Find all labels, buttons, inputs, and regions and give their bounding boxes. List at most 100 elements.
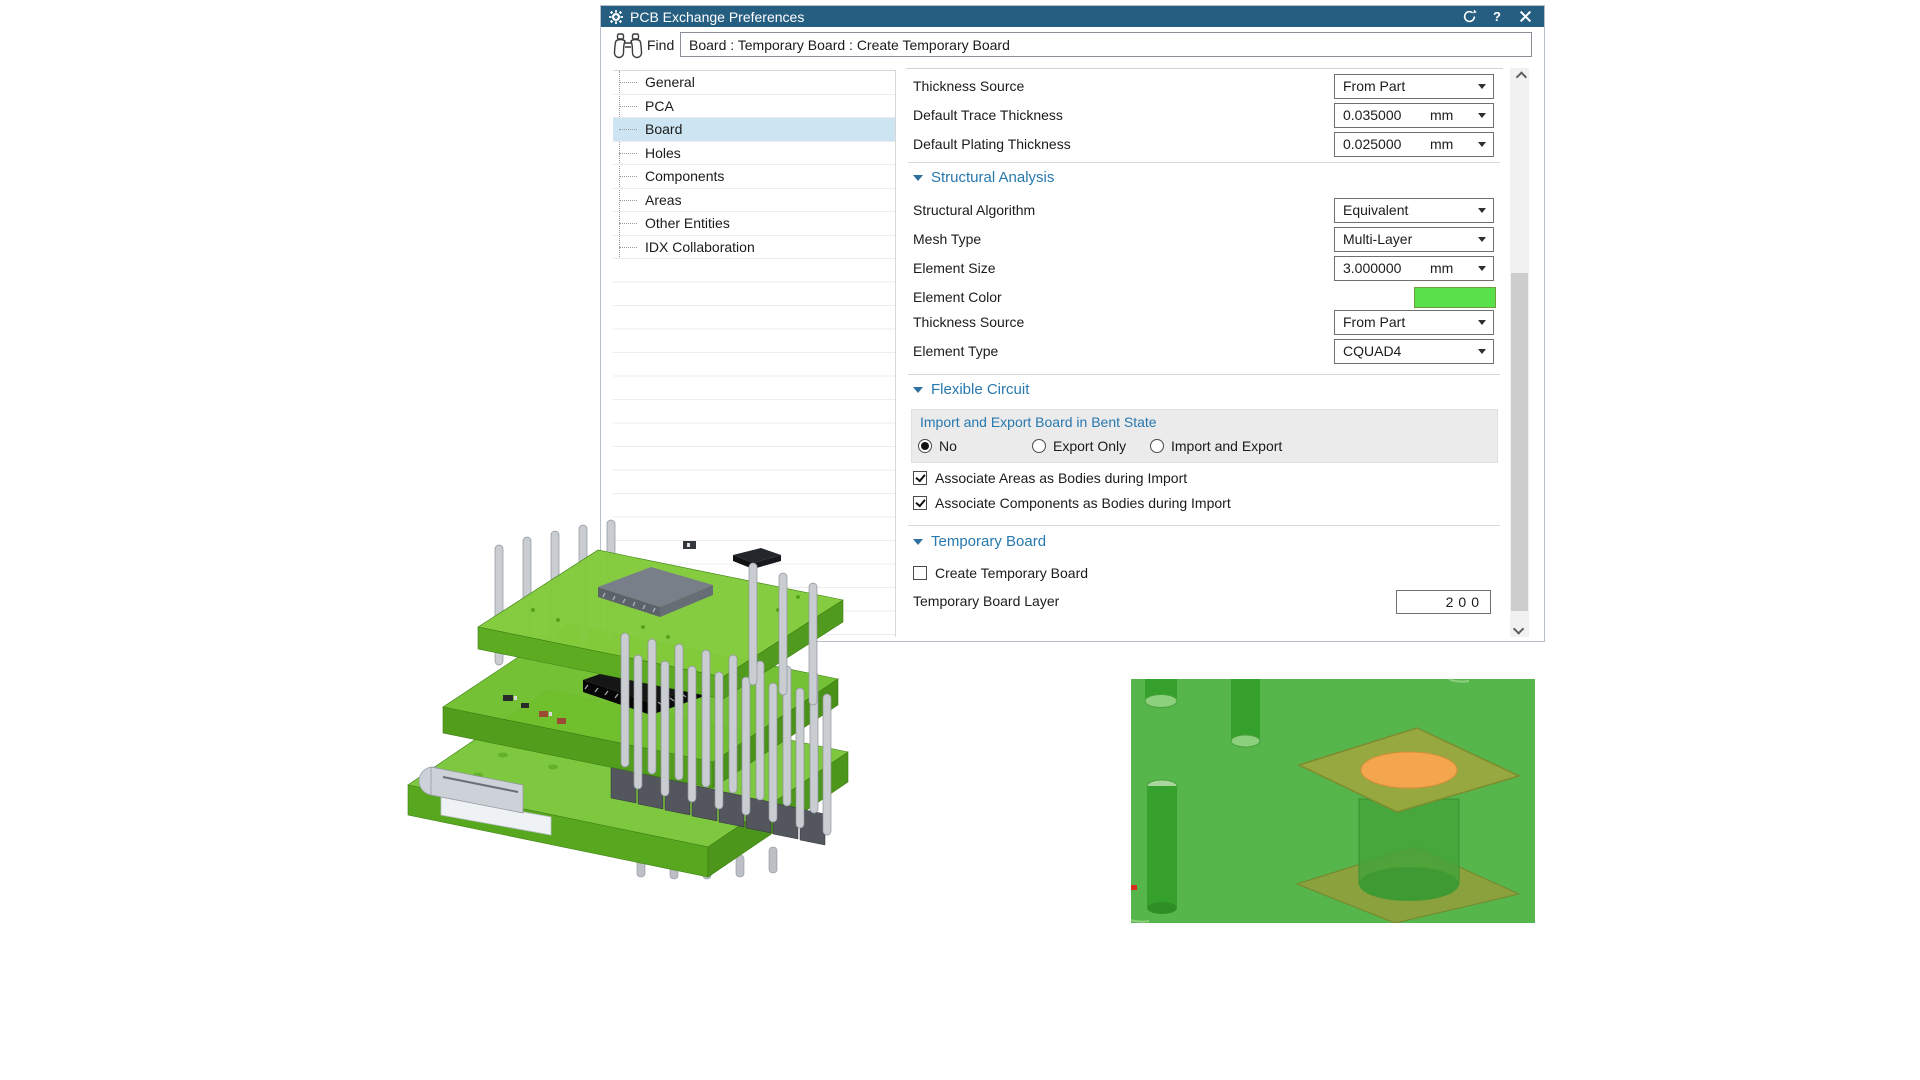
temporary-board-layer-label: Temporary Board Layer xyxy=(913,589,1059,614)
tree-item-components[interactable]: Components xyxy=(613,165,895,189)
unit-label: mm xyxy=(1430,133,1453,156)
section-flexible-circuit-header[interactable]: Flexible Circuit xyxy=(913,381,1029,399)
radio-icon xyxy=(1150,439,1164,453)
tree-item-label: Other Entities xyxy=(645,215,730,231)
tree-item-other-entities[interactable]: Other Entities xyxy=(613,212,895,236)
default-plating-thickness-label: Default Plating Thickness xyxy=(913,132,1071,157)
tree-item-label: Components xyxy=(645,168,724,184)
chevron-down-icon xyxy=(1478,266,1486,271)
chevron-down-icon xyxy=(1478,113,1486,118)
tree-branch-icon xyxy=(619,176,637,177)
default-plating-thickness-input[interactable]: 0.025000 mm xyxy=(1334,132,1494,157)
element-size-input[interactable]: 3.000000 mm xyxy=(1334,256,1494,281)
chevron-down-icon xyxy=(1478,208,1486,213)
field-value: 0.035000 xyxy=(1343,104,1401,127)
chevron-down-icon xyxy=(1478,84,1486,89)
tree-branch-icon xyxy=(619,247,637,248)
separator xyxy=(908,162,1500,163)
default-trace-thickness-label: Default Trace Thickness xyxy=(913,103,1063,128)
thickness-source-2-label: Thickness Source xyxy=(913,310,1024,335)
mesh-type-dropdown[interactable]: Multi-Layer xyxy=(1334,227,1494,252)
separator xyxy=(908,374,1500,375)
collapse-arrow-icon xyxy=(913,387,923,393)
tree-item-label: Areas xyxy=(645,192,682,208)
thickness-source-dropdown[interactable]: From Part xyxy=(1334,74,1494,99)
tree-item-idx-collaboration[interactable]: IDX Collaboration xyxy=(613,236,895,260)
reset-icon[interactable] xyxy=(1460,9,1478,25)
scroll-down-button[interactable] xyxy=(1510,620,1529,637)
board-settings-panel: Thickness Source From Part Default Trace… xyxy=(906,68,1503,637)
section-temporary-board-header[interactable]: Temporary Board xyxy=(913,533,1046,551)
checkbox-checked-icon xyxy=(913,496,927,510)
tree-item-label: Holes xyxy=(645,145,681,161)
dropdown-value: Equivalent xyxy=(1343,199,1408,222)
section-structural-analysis-header[interactable]: Structural Analysis xyxy=(913,169,1054,187)
tree-item-areas[interactable]: Areas xyxy=(613,189,895,213)
thickness-source-2-dropdown[interactable]: From Part xyxy=(1334,310,1494,335)
chevron-down-icon xyxy=(1512,623,1523,634)
radio-export-only[interactable]: Export Only xyxy=(1032,436,1126,456)
gear-icon xyxy=(609,10,623,24)
dialog-titlebar[interactable]: PCB Exchange Preferences ? xyxy=(601,6,1544,27)
checkbox-checked-icon xyxy=(913,471,927,485)
form-scrollbar[interactable] xyxy=(1510,68,1529,637)
tree-branch-icon xyxy=(619,153,637,154)
red-marker xyxy=(1131,885,1137,890)
small-top-chips xyxy=(683,541,781,569)
checkbox-associate-areas[interactable]: Associate Areas as Bodies during Import xyxy=(913,468,1187,488)
unit-label: mm xyxy=(1430,257,1453,280)
tree-item-label: PCA xyxy=(645,98,674,114)
tree-branch-icon xyxy=(619,106,637,107)
collapse-arrow-icon xyxy=(913,175,923,181)
thickness-source-label: Thickness Source xyxy=(913,74,1024,99)
default-trace-thickness-input[interactable]: 0.035000 mm xyxy=(1334,103,1494,128)
board-via-closeup xyxy=(1131,679,1535,923)
dropdown-value: From Part xyxy=(1343,311,1405,334)
element-type-label: Element Type xyxy=(913,339,998,364)
bent-state-group: Import and Export Board in Bent State No… xyxy=(911,409,1498,463)
help-icon[interactable]: ? xyxy=(1488,9,1506,25)
section-title: Flexible Circuit xyxy=(931,381,1029,398)
checkbox-label: Associate Areas as Bodies during Import xyxy=(935,470,1187,486)
scrollbar-thumb[interactable] xyxy=(1511,273,1528,611)
structural-algorithm-label: Structural Algorithm xyxy=(913,198,1035,223)
temporary-board-layer-input[interactable] xyxy=(1396,590,1491,614)
tree-item-pca[interactable]: PCA xyxy=(613,95,895,119)
tree-branch-icon xyxy=(619,223,637,224)
close-icon[interactable] xyxy=(1516,9,1534,25)
element-size-label: Element Size xyxy=(913,256,995,281)
element-color-swatch[interactable] xyxy=(1414,287,1496,308)
element-type-dropdown[interactable]: CQUAD4 xyxy=(1334,339,1494,364)
tree-item-holes[interactable]: Holes xyxy=(613,142,895,166)
dropdown-value: CQUAD4 xyxy=(1343,340,1401,363)
checkbox-associate-components[interactable]: Associate Components as Bodies during Im… xyxy=(913,493,1231,513)
pcb-3d-preview xyxy=(383,515,883,880)
tree-item-label: Board xyxy=(645,121,682,137)
structural-algorithm-dropdown[interactable]: Equivalent xyxy=(1334,198,1494,223)
mesh-type-label: Mesh Type xyxy=(913,227,981,252)
dialog-title: PCB Exchange Preferences xyxy=(630,9,1460,25)
chevron-down-icon xyxy=(1478,320,1486,325)
dropdown-value: Multi-Layer xyxy=(1343,228,1412,251)
radio-icon xyxy=(1032,439,1046,453)
tree-branch-icon xyxy=(619,200,637,201)
checkbox-label: Associate Components as Bodies during Im… xyxy=(935,495,1231,511)
radio-import-and-export[interactable]: Import and Export xyxy=(1150,436,1282,456)
radio-selected-icon xyxy=(918,439,932,453)
separator xyxy=(908,525,1500,526)
radio-label: No xyxy=(939,438,957,454)
checkbox-create-temporary-board[interactable]: Create Temporary Board xyxy=(913,563,1088,583)
scroll-up-button[interactable] xyxy=(1510,68,1529,85)
radio-label: Export Only xyxy=(1053,438,1126,454)
tree-item-label: General xyxy=(645,74,695,90)
field-value: 3.000000 xyxy=(1343,257,1401,280)
checkbox-unchecked-icon xyxy=(913,566,927,580)
find-input[interactable] xyxy=(680,32,1532,57)
collapse-arrow-icon xyxy=(913,539,923,545)
tree-branch-icon xyxy=(619,82,637,83)
tree-item-board[interactable]: Board xyxy=(613,118,895,142)
radio-no[interactable]: No xyxy=(918,436,957,456)
tree-item-general[interactable]: General xyxy=(613,71,895,95)
find-label: Find xyxy=(647,32,674,58)
chevron-down-icon xyxy=(1478,237,1486,242)
